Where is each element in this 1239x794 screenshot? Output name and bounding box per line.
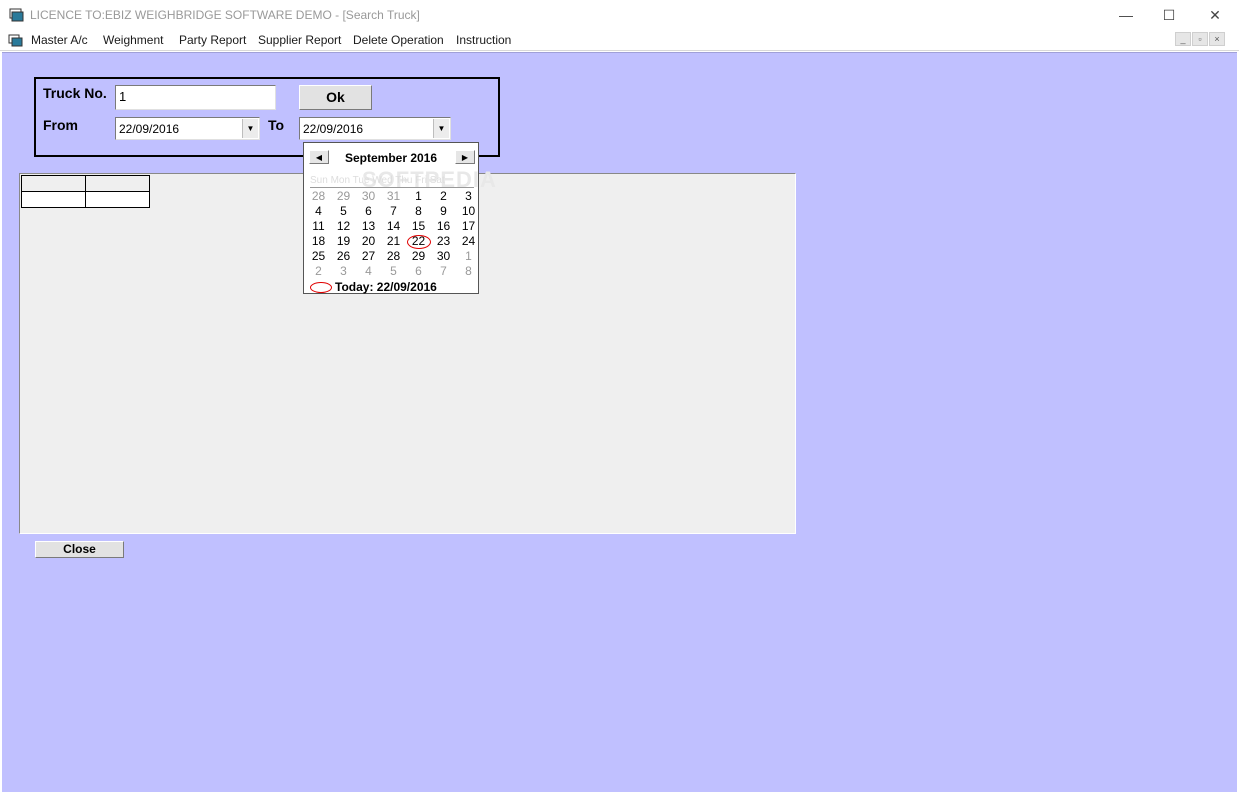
calendar-day[interactable]: 3 xyxy=(331,264,356,279)
calendar-day[interactable]: 27 xyxy=(356,249,381,264)
day-of-week-header: Sun Mon Tue Wed Thu Fri Sat xyxy=(310,175,445,186)
calendar-day[interactable]: 6 xyxy=(406,264,431,279)
grid-cell[interactable] xyxy=(85,191,150,208)
calendar-day[interactable]: 4 xyxy=(306,204,331,219)
next-month-button[interactable]: ▶ xyxy=(455,150,475,164)
calendar-day[interactable]: 19 xyxy=(331,234,356,249)
calendar-day[interactable]: 8 xyxy=(456,264,481,279)
menu-weighment[interactable]: Weighment xyxy=(103,33,163,47)
calendar-day[interactable]: 30 xyxy=(431,249,456,264)
calendar-day[interactable]: 13 xyxy=(356,219,381,234)
calendar-day[interactable]: 7 xyxy=(381,204,406,219)
calendar-day[interactable]: 20 xyxy=(356,234,381,249)
calendar-day[interactable]: 28 xyxy=(306,189,331,204)
calendar-day[interactable]: 1 xyxy=(456,249,481,264)
calendar-day[interactable]: 14 xyxy=(381,219,406,234)
ok-button[interactable]: Ok xyxy=(299,85,372,110)
calendar-day[interactable]: 3 xyxy=(456,189,481,204)
calendar-day-grid: 28 29 30 31 1 2 3 4 5 6 7 8 9 10 11 12 13 14 15 16 17 18 19 20 2… xyxy=(306,189,481,279)
calendar-day[interactable]: 29 xyxy=(406,249,431,264)
calendar-day[interactable]: 5 xyxy=(381,264,406,279)
today-label: Today: 22/09/2016 xyxy=(335,280,437,294)
calendar-day[interactable]: 12 xyxy=(331,219,356,234)
calendar-day[interactable]: 26 xyxy=(331,249,356,264)
calendar-day[interactable]: 25 xyxy=(306,249,331,264)
mdi-child-icon[interactable] xyxy=(8,34,23,47)
from-date-picker[interactable]: 22/09/2016 ▼ xyxy=(115,117,260,140)
calendar-day[interactable]: 5 xyxy=(331,204,356,219)
calendar-day[interactable]: 21 xyxy=(381,234,406,249)
calendar-day[interactable]: 11 xyxy=(306,219,331,234)
calendar-day[interactable]: 15 xyxy=(406,219,431,234)
mdi-minimize-button[interactable]: _ xyxy=(1175,32,1191,46)
calendar-day[interactable]: 29 xyxy=(331,189,356,204)
calendar-day[interactable]: 9 xyxy=(431,204,456,219)
calendar-day[interactable]: 28 xyxy=(381,249,406,264)
calendar-day[interactable]: 30 xyxy=(356,189,381,204)
calendar-day[interactable]: 17 xyxy=(456,219,481,234)
today-link[interactable]: Today: 22/09/2016 xyxy=(310,280,437,294)
title-bar: LICENCE TO:EBIZ WEIGHBRIDGE SOFTWARE DEM… xyxy=(0,0,1239,30)
minimize-button[interactable]: — xyxy=(1103,0,1149,30)
mdi-close-button[interactable]: × xyxy=(1209,32,1225,46)
calendar-day[interactable]: 18 xyxy=(306,234,331,249)
menu-instruction[interactable]: Instruction xyxy=(456,33,511,47)
from-date-value: 22/09/2016 xyxy=(119,122,180,136)
calendar-day[interactable]: 24 xyxy=(456,234,481,249)
menu-bar: Master A/c Weighment Party Report Suppli… xyxy=(0,30,1239,51)
from-label: From xyxy=(43,117,78,133)
calendar-day[interactable]: 10 xyxy=(456,204,481,219)
mdi-controls: _ ▫ × xyxy=(1175,32,1225,46)
grid-header-row xyxy=(21,175,150,192)
mdi-restore-button[interactable]: ▫ xyxy=(1192,32,1208,46)
chevron-down-icon[interactable]: ▼ xyxy=(242,119,258,138)
today-marker-icon xyxy=(310,281,332,293)
calendar-day[interactable]: 16 xyxy=(431,219,456,234)
calendar-day[interactable]: 2 xyxy=(431,189,456,204)
calendar-day[interactable]: 7 xyxy=(431,264,456,279)
calendar-day[interactable]: 6 xyxy=(356,204,381,219)
calendar-day[interactable]: 8 xyxy=(406,204,431,219)
menu-party-report[interactable]: Party Report xyxy=(179,33,246,47)
window-title: LICENCE TO:EBIZ WEIGHBRIDGE SOFTWARE DEM… xyxy=(30,8,420,22)
calendar-divider xyxy=(310,187,474,188)
calendar-month-title: September 2016 xyxy=(344,151,438,165)
maximize-button[interactable]: ☐ xyxy=(1146,0,1192,30)
close-button[interactable]: Close xyxy=(35,541,124,558)
calendar-day[interactable]: 31 xyxy=(381,189,406,204)
menu-supplier-report[interactable]: Supplier Report xyxy=(258,33,341,47)
results-grid[interactable] xyxy=(21,175,150,208)
grid-cell[interactable] xyxy=(21,175,86,192)
to-date-picker[interactable]: 22/09/2016 ▼ xyxy=(299,117,451,140)
calendar-day[interactable]: 1 xyxy=(406,189,431,204)
table-row[interactable] xyxy=(21,191,150,208)
grid-cell[interactable] xyxy=(21,191,86,208)
menu-delete-operation[interactable]: Delete Operation xyxy=(353,33,444,47)
calendar-day[interactable]: 2 xyxy=(306,264,331,279)
menu-master-ac[interactable]: Master A/c xyxy=(31,33,88,47)
grid-cell[interactable] xyxy=(85,175,150,192)
calendar-day[interactable]: 4 xyxy=(356,264,381,279)
app-icon xyxy=(9,8,24,22)
truck-no-input[interactable]: 1 xyxy=(115,85,276,110)
to-label: To xyxy=(268,117,285,133)
truck-no-label: Truck No. xyxy=(43,85,107,101)
to-date-value: 22/09/2016 xyxy=(303,122,364,136)
close-window-button[interactable]: ✕ xyxy=(1192,0,1238,30)
chevron-down-icon[interactable]: ▼ xyxy=(433,119,449,138)
calendar-day-selected[interactable]: 22 xyxy=(406,234,431,249)
calendar-dropdown[interactable]: ◀ September 2016 ▶ SOFTPEDIA Sun Mon Tue… xyxy=(303,142,496,294)
calendar-day[interactable]: 23 xyxy=(431,234,456,249)
